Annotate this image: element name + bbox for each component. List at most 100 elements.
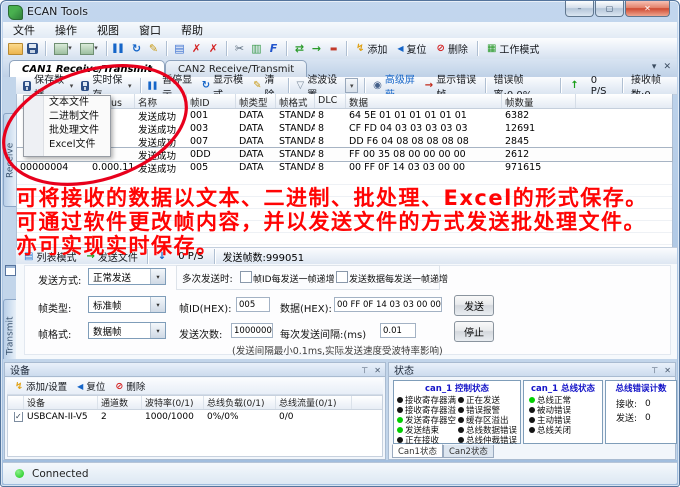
column-header-bus-load[interactable]: 总线负载(0/1) [204, 396, 276, 409]
menu-item-binary-file[interactable]: 二进制文件 [24, 110, 110, 124]
frame-type-value: 标准帧 [93, 298, 122, 312]
table-row[interactable]: 发送成功003DATASTANDARD8CF FD 04 03 03 03 03… [17, 122, 672, 135]
maximize-button[interactable]: ▢ [595, 1, 624, 17]
tab-can1-receive-transmit[interactable]: CAN1 Receive/Transmit [9, 60, 165, 77]
toolbar-separator [622, 78, 623, 93]
column-header-channels[interactable]: 通道数 [98, 396, 142, 409]
menu-help[interactable]: 帮助 [171, 22, 213, 38]
table-row[interactable]: 000000040.000.114发送成功005DATASTANDARD800 … [17, 161, 672, 174]
frame-format-select[interactable]: 数据帧▾ [88, 322, 166, 339]
device-row[interactable]: ✓ USBCAN-II-V5 2 1000/1000 0%/0% 0/0 [8, 410, 382, 423]
column-header-dlc[interactable]: DLC [315, 94, 346, 108]
cell: STANDARD [276, 136, 315, 147]
sync-icon[interactable]: ⇄ [291, 41, 308, 57]
pin-icon[interactable]: ⊤ [651, 366, 658, 375]
column-header-baud[interactable]: 波特率(0/1) [142, 396, 204, 409]
data-input[interactable]: 00 FF 0F 14 03 03 00 00 [334, 297, 442, 312]
minimize-button[interactable]: – [565, 1, 594, 17]
menu-file[interactable]: 文件 [3, 22, 45, 38]
chevron-down-icon[interactable]: ▾ [150, 269, 165, 284]
save-icon [81, 81, 89, 91]
show-error-frames-button[interactable]: →显示错误帧 [421, 77, 481, 95]
disconnect-icon[interactable]: ▬ [325, 41, 342, 57]
pause-display-button[interactable]: ▌▌暂停显示 [144, 77, 197, 95]
inc-data-checkbox[interactable] [336, 271, 348, 283]
menu-item-text-file[interactable]: 文本文件 [24, 96, 110, 110]
device-panel-body: ↯添加/设置 ◀复位 ⊘删除 设备 通道数 波特率(0/1) 总线负载(0/1)… [4, 377, 386, 460]
work-mode-button[interactable]: ▦工作模式 [482, 40, 544, 58]
chevron-down-icon[interactable]: ▾ [150, 297, 165, 312]
cell: 005 [187, 162, 236, 173]
clear-brush-icon[interactable]: ✎ [145, 41, 162, 57]
delete-frame-icon[interactable]: ✗ [188, 41, 205, 57]
device-reset-button[interactable]: ◀复位 [72, 377, 110, 395]
copy-file-icon[interactable]: ▤ [171, 41, 188, 57]
status-panel-body: can_1 控制状态 接收寄存器满 接收寄存器溢 发送寄存器空 发送结束 正在接… [388, 377, 676, 460]
column-header-frame-type[interactable]: 帧类型 [236, 94, 276, 108]
column-header-frame-id[interactable]: 帧ID [187, 94, 236, 108]
cut-icon[interactable]: ✂ [231, 41, 248, 57]
tab-can1-status[interactable]: Can1状态 [392, 444, 443, 458]
menu-window[interactable]: 窗口 [129, 22, 171, 38]
display-mode-button[interactable]: ↻显示模式 [198, 77, 249, 95]
save-data-button[interactable]: 保存数据▾ [19, 77, 77, 95]
interval-input[interactable]: 0.01 [380, 323, 416, 338]
table-row[interactable]: 发送成功007DATASTANDARD8DD F6 04 08 08 08 08… [17, 135, 672, 148]
column-header-data[interactable]: 数据 [346, 94, 502, 108]
send-times-input[interactable]: 10000000 [231, 323, 273, 338]
add-device-label: 添加 [367, 41, 387, 56]
menu-item-excel-file[interactable]: Excel文件 [24, 138, 110, 152]
close-icon[interactable]: ✕ [374, 366, 381, 375]
column-header-frame-format[interactable]: 帧格式 [276, 94, 315, 108]
frame-id-input[interactable]: 005 [236, 297, 270, 312]
pause-icon[interactable]: ▌▌ [111, 41, 128, 57]
close-icon[interactable]: ✕ [664, 366, 671, 375]
device-checkbox[interactable]: ✓ [14, 412, 23, 422]
clear-button[interactable]: ✎清除 [249, 77, 284, 95]
toolbar-separator [106, 41, 107, 56]
send-mode-select[interactable]: 正常发送▾ [88, 268, 166, 285]
advanced-mask-button[interactable]: ◉高级屏蔽 [369, 77, 421, 95]
cell: 8 [315, 162, 346, 173]
column-header-frame-count[interactable]: 帧数量 [502, 94, 576, 108]
open-file-button[interactable] [7, 41, 24, 57]
filter-preset-dropdown[interactable]: ▾ [345, 78, 358, 93]
error-counter-title: 总线错误计数 [606, 382, 676, 394]
column-header-device[interactable]: 设备 [24, 396, 98, 409]
table-row[interactable]: 发送成功001DATASTANDARD864 5E 01 01 01 01 01… [17, 109, 672, 122]
close-device-button[interactable]: ▾ [76, 41, 102, 57]
column-header-name[interactable]: 名称 [135, 94, 187, 108]
menu-item-batch-file[interactable]: 批处理文件 [24, 124, 110, 138]
send-button[interactable]: 发送 [454, 295, 494, 316]
close-button[interactable]: ✕ [625, 1, 670, 17]
menu-operation[interactable]: 操作 [45, 22, 87, 38]
open-device-button[interactable]: ▾ [50, 41, 76, 57]
stop-button[interactable]: 停止 [454, 321, 494, 342]
device-delete-button[interactable]: ⊘删除 [110, 377, 150, 395]
font-icon[interactable]: F [265, 41, 282, 57]
pane-icon[interactable] [5, 265, 16, 276]
add-device-button[interactable]: ↯添加 [351, 40, 392, 58]
data-label: 数据(HEX): [280, 300, 332, 315]
chevron-down-icon[interactable]: ▾ [150, 323, 165, 338]
realtime-save-button[interactable]: 实时保存▾ [77, 77, 135, 95]
menu-view[interactable]: 视图 [87, 22, 129, 38]
delete-all-icon[interactable]: ✗ [205, 41, 222, 57]
column-header-bus-flow[interactable]: 总线流量(0/1) [276, 396, 352, 409]
paste-icon[interactable]: ▥ [248, 41, 265, 57]
connect-icon[interactable]: → [308, 41, 325, 57]
filter-settings-button[interactable]: ▽滤波设置 [292, 77, 343, 95]
tab-can2-status[interactable]: Can2状态 [443, 445, 494, 458]
frame-type-select[interactable]: 标准帧 ▾ [88, 296, 166, 313]
device-add-setup-button[interactable]: ↯添加/设置 [10, 377, 72, 395]
receive-toolbar: 保存数据▾ 实时保存▾ ▌▌暂停显示 ↻显示模式 ✎清除 ▽滤波设置 ▾ ◉高级… [16, 77, 677, 95]
app-window: ECAN Tools – ▢ ✕ 文件 操作 视图 窗口 帮助 ▾ ▾ ▌▌ ↻… [0, 0, 680, 487]
inc-id-checkbox[interactable] [240, 271, 252, 283]
refresh-icon[interactable]: ↻ [128, 41, 145, 57]
delete-device-button[interactable]: ⊘删除 [432, 40, 473, 58]
reset-device-button[interactable]: ◀复位 [392, 40, 431, 58]
table-row-selected[interactable]: 发送成功0DDDATASTANDARD8FF 00 35 08 00 00 00… [17, 148, 672, 161]
toolbar-separator [364, 78, 365, 93]
pin-icon[interactable]: ⊤ [361, 366, 368, 375]
save-file-button[interactable] [24, 41, 41, 57]
